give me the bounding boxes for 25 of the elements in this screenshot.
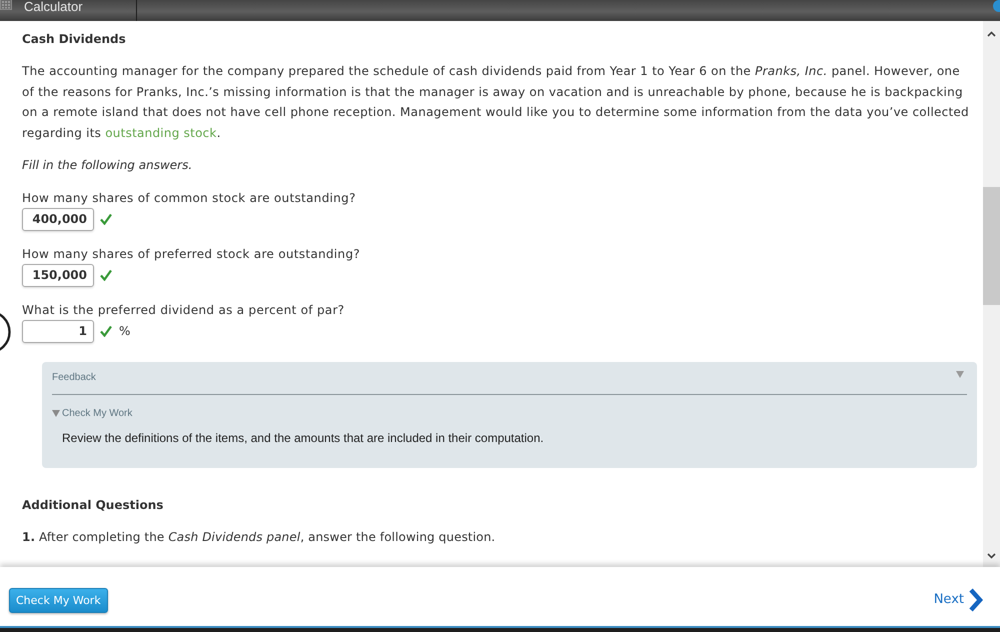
answer-field[interactable]: 1 <box>22 320 94 343</box>
unit-label: % <box>119 324 130 338</box>
scrollbar[interactable] <box>983 21 1000 567</box>
scroll-down-icon[interactable] <box>987 553 996 559</box>
check-my-work-toggle[interactable]: Check My Work <box>52 408 132 420</box>
scroll-up-icon[interactable] <box>987 31 996 37</box>
question-text: How many shares of common stock are outstanding? <box>22 190 357 207</box>
section-title: Additional Questions <box>22 497 164 514</box>
window-title[interactable]: Calculator <box>24 0 83 14</box>
section-title: Cash Dividends <box>22 31 127 48</box>
next-link[interactable]: Next <box>934 588 984 612</box>
feedback-text: Review the definitions of the items, and the amounts that are included in their computation. <box>62 431 545 446</box>
intro-paragraph: The accounting manager for the company prepared the schedule of cash dividends paid from Year 1 to Year 6 on the Pranks, Inc. panel. However, one of the reasons for Pranks, Inc.’s missing information is that the manager is away on vacation and is unreachable by phone, because he is backpacking on a remote island that does not have cell phone reception. Management would like you to determine some information from the data you’ve collected regarding its outstanding stock. <box>22 63 970 142</box>
question-text: What is the preferred dividend as a percent of par? <box>22 302 346 319</box>
scrollbar-thumb[interactable] <box>983 187 1000 305</box>
answer-field[interactable]: 150,000 <box>22 264 94 287</box>
feedback-title: Feedback <box>52 372 96 384</box>
calculator-icon[interactable] <box>0 0 12 10</box>
question-text: How many shares of preferred stock are outstanding? <box>22 246 362 263</box>
check-my-work-button[interactable]: Check My Work <box>9 588 108 613</box>
question-text: 1. After completing the Cash Dividends panel, answer the following question. <box>22 529 496 546</box>
ring-icon <box>0 311 11 353</box>
chevron-right-icon <box>968 588 984 612</box>
answer-field[interactable]: 400,000 <box>22 208 94 231</box>
instruction-text: Fill in the following answers. <box>22 156 194 174</box>
